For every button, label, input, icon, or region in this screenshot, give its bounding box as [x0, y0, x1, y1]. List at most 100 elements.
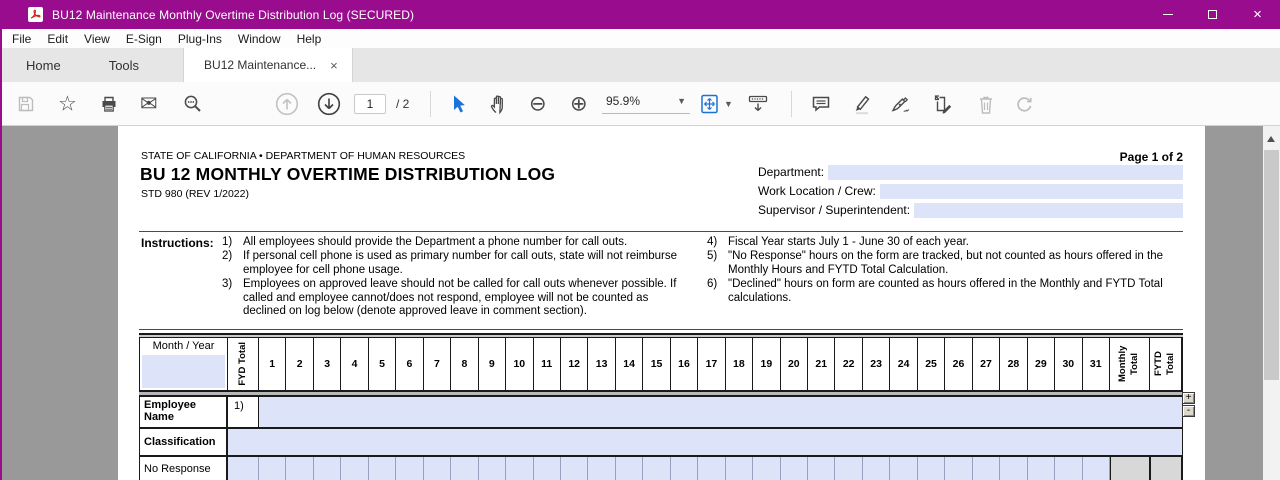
tab-home[interactable]: Home — [2, 48, 85, 82]
instruction-item: 4) Fiscal Year starts July 1 - June 30 of… — [707, 236, 1185, 249]
day-header: 21 — [808, 338, 836, 390]
day-header: 22 — [835, 338, 863, 390]
no-response-day-cell[interactable] — [862, 457, 891, 480]
no-response-day-cell[interactable] — [890, 457, 918, 480]
no-response-day-cell[interactable] — [1082, 457, 1110, 480]
employee-name-field[interactable] — [259, 397, 1182, 427]
no-response-day-cell[interactable] — [643, 457, 671, 480]
no-response-day-cell[interactable] — [725, 457, 754, 480]
save-button[interactable] — [16, 94, 36, 114]
no-response-day-cell[interactable] — [259, 457, 287, 480]
toolbar-divider — [430, 91, 431, 117]
no-response-day-cell[interactable] — [533, 457, 561, 480]
no-response-day-cell[interactable] — [615, 457, 644, 480]
hand-tool-button[interactable] — [488, 93, 510, 115]
monthly-total-cell — [1109, 457, 1150, 480]
no-response-day-cell[interactable] — [423, 457, 452, 480]
day-header: 12 — [560, 338, 589, 390]
text-input-field[interactable] — [828, 164, 1183, 180]
tab-document[interactable]: BU12 Maintenance... × — [183, 48, 353, 82]
no-response-day-cell[interactable] — [588, 457, 616, 480]
text-input-field[interactable] — [914, 202, 1183, 218]
tab-tools[interactable]: Tools — [85, 48, 163, 82]
titlebar: BU12 Maintenance Monthly Overtime Distri… — [0, 0, 1280, 29]
zoom-in-button[interactable]: ⊕ — [570, 93, 588, 114]
menu-window[interactable]: Window — [230, 32, 289, 46]
menu-edit[interactable]: Edit — [39, 32, 76, 46]
no-response-day-cell[interactable] — [396, 457, 424, 480]
no-response-day-cell[interactable] — [286, 457, 314, 480]
no-response-day-cell[interactable] — [1027, 457, 1056, 480]
instruction-number: 3) — [222, 278, 233, 291]
fytd-total-cell — [1149, 457, 1182, 480]
print-icon — [102, 96, 116, 112]
fyd-total-cell[interactable] — [228, 457, 259, 480]
agency-line: STATE OF CALIFORNIA • DEPARTMENT OF HUMA… — [141, 150, 466, 162]
no-response-day-cell[interactable] — [1000, 457, 1028, 480]
scroll-mode-button[interactable] — [746, 93, 770, 115]
divider-line — [139, 329, 1183, 330]
no-response-day-cell[interactable] — [341, 457, 369, 480]
no-response-day-cell[interactable] — [1055, 457, 1083, 480]
instruction-number: 2) — [222, 250, 233, 263]
no-response-day-cell[interactable] — [560, 457, 589, 480]
sign-button[interactable] — [890, 94, 914, 114]
redo-button[interactable] — [1013, 93, 1035, 115]
day-header: 2 — [286, 338, 314, 390]
vertical-scrollbar[interactable] — [1263, 126, 1280, 480]
classification-field[interactable] — [228, 429, 1182, 455]
menu-e-sign[interactable]: E-Sign — [118, 32, 170, 46]
edit-page-button[interactable] — [932, 93, 954, 115]
page-fit-button[interactable] — [699, 93, 721, 115]
select-tool-button[interactable] — [449, 94, 467, 114]
no-response-day-cell[interactable] — [917, 457, 946, 480]
menu-file[interactable]: File — [4, 32, 39, 46]
page-fit-dropdown[interactable]: ▼ — [724, 99, 733, 109]
zoom-level-dropdown[interactable]: 95.9% ▼ — [602, 94, 690, 114]
minimize-button[interactable] — [1145, 0, 1190, 29]
instructions-label: Instructions: — [141, 236, 214, 250]
email-icon: ✉ — [140, 92, 158, 115]
no-response-day-cell[interactable] — [478, 457, 507, 480]
scroll-up-icon[interactable] — [1267, 132, 1275, 142]
menu-plug-ins[interactable]: Plug-Ins — [170, 32, 230, 46]
remove-row-button[interactable]: - — [1182, 405, 1195, 417]
menu-bar: File Edit View E-Sign Plug-Ins Window Help — [2, 29, 1280, 48]
no-response-day-cell[interactable] — [698, 457, 726, 480]
no-response-day-cell[interactable] — [368, 457, 397, 480]
header-fields: Department: Work Location / Crew: Supervis… — [758, 164, 1183, 221]
day-header: 11 — [533, 338, 561, 390]
zoom-out-button[interactable]: ⊖ — [529, 93, 547, 114]
menu-help[interactable]: Help — [289, 32, 330, 46]
comment-button[interactable] — [810, 94, 832, 114]
no-response-day-cell[interactable] — [972, 457, 1001, 480]
month-year-field[interactable] — [142, 355, 225, 388]
no-response-day-cell[interactable] — [945, 457, 973, 480]
print-button[interactable] — [99, 94, 119, 114]
email-button[interactable]: ✉ — [140, 93, 158, 114]
no-response-day-cell[interactable] — [808, 457, 836, 480]
favorite-button[interactable]: ☆ — [58, 93, 77, 114]
close-tab-icon[interactable]: × — [330, 59, 338, 72]
no-response-day-cell[interactable] — [451, 457, 479, 480]
scrollbar-thumb[interactable] — [1264, 150, 1279, 380]
no-response-day-cell[interactable] — [506, 457, 534, 480]
page-number-input[interactable]: 1 — [354, 93, 386, 114]
no-response-day-cell[interactable] — [753, 457, 781, 480]
text-input-field[interactable] — [879, 183, 1183, 199]
previous-page-button[interactable] — [274, 91, 300, 117]
next-page-button[interactable] — [316, 91, 342, 117]
form-title: BU 12 MONTHLY OVERTIME DISTRIBUTION LOG — [140, 164, 556, 184]
close-button[interactable]: × — [1235, 0, 1280, 29]
acrobat-app-icon — [28, 7, 43, 22]
no-response-day-cell[interactable] — [835, 457, 863, 480]
search-button[interactable] — [182, 93, 204, 115]
menu-view[interactable]: View — [76, 32, 118, 46]
no-response-day-cell[interactable] — [670, 457, 699, 480]
add-row-button[interactable]: + — [1182, 392, 1195, 404]
delete-button[interactable] — [976, 93, 996, 115]
no-response-day-cell[interactable] — [780, 457, 809, 480]
maximize-button[interactable] — [1190, 0, 1235, 29]
no-response-day-cell[interactable] — [313, 457, 342, 480]
highlight-button[interactable] — [852, 93, 874, 115]
